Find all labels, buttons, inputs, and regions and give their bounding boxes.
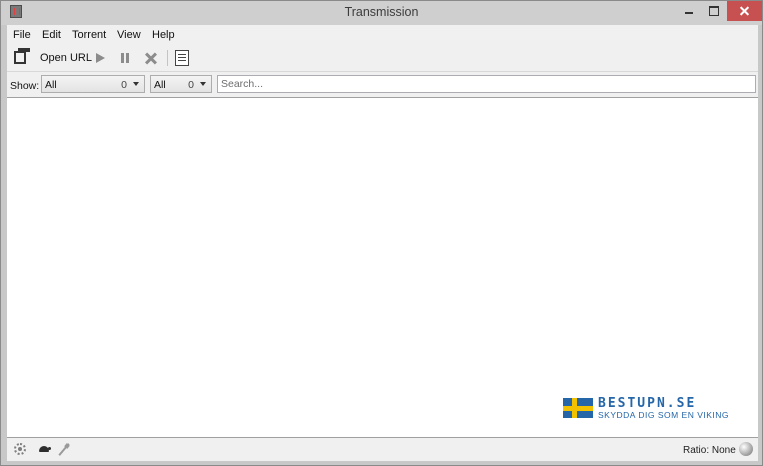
ratio-text: Ratio: None: [683, 445, 736, 456]
search-input[interactable]: [217, 75, 756, 93]
watermark-brand: BESTUPN.SE: [598, 396, 697, 411]
close-button[interactable]: [727, 1, 762, 21]
torrent-list[interactable]: [7, 98, 758, 438]
menu-help[interactable]: Help: [152, 29, 175, 41]
remove-icon[interactable]: [144, 48, 158, 68]
menu-torrent[interactable]: Torrent: [72, 29, 106, 41]
activity-filter-label: All: [45, 79, 57, 91]
swedish-flag-icon: [563, 398, 593, 418]
tracker-filter-dropdown[interactable]: All 0: [150, 75, 212, 93]
show-label: Show:: [10, 80, 40, 92]
chevron-down-icon: [133, 82, 139, 86]
menu-view[interactable]: View: [117, 29, 141, 41]
menu-bar: File Edit Torrent View Help: [7, 25, 758, 45]
open-url-button[interactable]: Open URL: [40, 52, 92, 72]
network-icon: [57, 442, 71, 456]
watermark-tagline: SKYDDA DIG SOM EN VIKING: [598, 410, 730, 420]
activity-filter-dropdown[interactable]: All 0: [41, 75, 145, 93]
watermark: BESTUPN.SE SKYDDA DIG SOM EN VIKING: [563, 396, 733, 420]
app-window: Transmission File Edit Torrent View Help…: [0, 0, 763, 466]
maximize-button[interactable]: [702, 1, 726, 21]
turtle-icon[interactable]: [39, 446, 51, 452]
open-torrent-icon[interactable]: [14, 48, 30, 68]
minimize-button[interactable]: [677, 1, 701, 21]
filter-bar: Show: All 0 All 0: [7, 72, 758, 98]
start-icon[interactable]: [94, 48, 106, 68]
properties-icon[interactable]: [175, 48, 189, 68]
preferences-icon[interactable]: [13, 442, 27, 456]
toolbar-separator: [167, 50, 168, 66]
ratio-icon[interactable]: [739, 442, 753, 456]
menu-file[interactable]: File: [13, 29, 31, 41]
tracker-filter-label: All: [154, 79, 166, 91]
activity-filter-count: 0: [121, 79, 127, 91]
pause-icon[interactable]: [119, 48, 131, 68]
menu-edit[interactable]: Edit: [42, 29, 61, 41]
status-bar: Ratio: None: [7, 438, 758, 461]
toolbar: Open URL: [7, 45, 758, 72]
tracker-filter-count: 0: [188, 79, 194, 91]
chevron-down-icon: [200, 82, 206, 86]
window-title: Transmission: [344, 5, 419, 19]
title-bar[interactable]: Transmission: [1, 1, 762, 25]
